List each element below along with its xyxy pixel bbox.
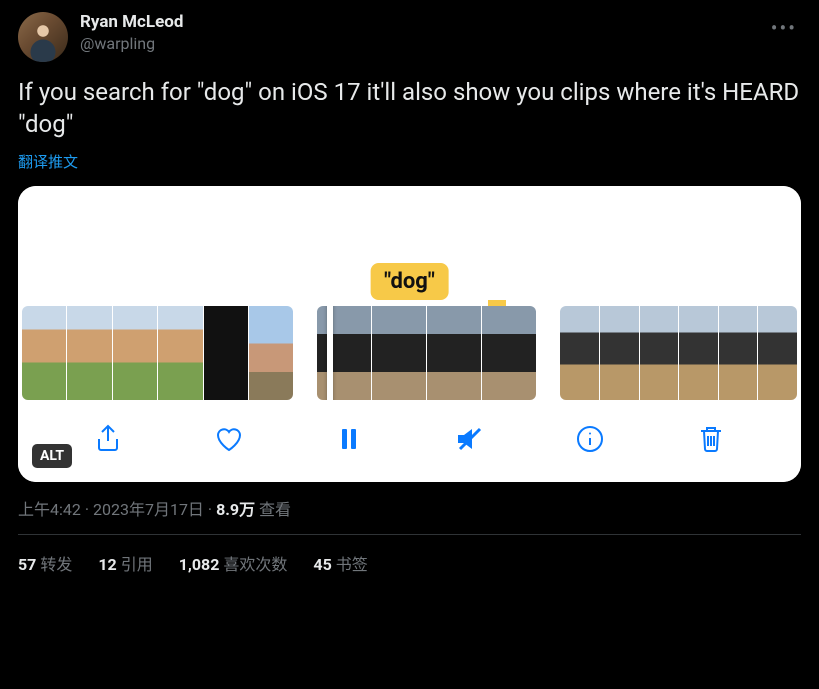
alt-badge[interactable]: ALT	[32, 444, 72, 468]
pause-icon[interactable]	[332, 422, 366, 456]
more-icon[interactable]: •••	[767, 12, 801, 44]
clip-group[interactable]	[22, 306, 293, 400]
clip-thumb	[158, 306, 202, 400]
clip-thumb	[482, 306, 536, 400]
caption-pill: "dog"	[370, 263, 449, 300]
tweet-meta: 上午4:42 · 2023年7月17日 · 8.9万 查看	[18, 496, 801, 535]
tweet-header: Ryan McLeod @warpling •••	[18, 12, 801, 62]
heart-icon[interactable]	[212, 422, 246, 456]
clip-thumb	[600, 306, 639, 400]
media-card[interactable]: "dog"	[18, 186, 801, 482]
mute-icon[interactable]	[453, 422, 487, 456]
clip-thumb	[758, 306, 797, 400]
playhead[interactable]	[327, 306, 333, 400]
tweet-date[interactable]: 2023年7月17日	[93, 500, 204, 519]
tweet-container: Ryan McLeod @warpling ••• If you search …	[0, 0, 819, 587]
tweet-stats: 57转发 12引用 1,082喜欢次数 45书签	[18, 535, 801, 575]
clip-thumb	[679, 306, 718, 400]
stat-retweets[interactable]: 57转发	[18, 551, 72, 575]
clip-thumb	[317, 306, 371, 400]
clip-thumb	[113, 306, 157, 400]
clip-thumb	[427, 306, 481, 400]
media-upper: "dog"	[18, 186, 801, 306]
stat-likes[interactable]: 1,082喜欢次数	[179, 551, 288, 575]
media-toolbar	[18, 400, 801, 482]
author-block[interactable]: Ryan McLeod @warpling	[80, 12, 755, 53]
clip-thumb	[22, 306, 66, 400]
tweet-time[interactable]: 上午4:42	[18, 500, 81, 519]
handle: @warpling	[80, 34, 755, 53]
info-icon[interactable]	[573, 422, 607, 456]
views-count: 8.9万	[216, 500, 255, 519]
views-label: 查看	[255, 500, 291, 519]
clip-thumb	[204, 306, 248, 400]
clip-thumb	[372, 306, 426, 400]
clip-thumb	[640, 306, 679, 400]
clip-group[interactable]	[560, 306, 797, 400]
tweet-text: If you search for "dog" on iOS 17 it'll …	[18, 76, 801, 141]
share-icon[interactable]	[91, 422, 125, 456]
clip-thumb	[67, 306, 111, 400]
scrub-marker	[488, 300, 506, 306]
video-timeline[interactable]	[18, 306, 801, 400]
clip-thumb	[249, 306, 293, 400]
translate-link[interactable]: 翻译推文	[18, 151, 78, 172]
clip-thumb	[719, 306, 758, 400]
avatar[interactable]	[18, 12, 68, 62]
stat-quotes[interactable]: 12引用	[98, 551, 152, 575]
clip-group[interactable]	[317, 306, 536, 400]
trash-icon[interactable]	[694, 422, 728, 456]
display-name: Ryan McLeod	[80, 12, 755, 32]
clip-thumb	[560, 306, 599, 400]
stat-bookmarks[interactable]: 45书签	[313, 551, 367, 575]
